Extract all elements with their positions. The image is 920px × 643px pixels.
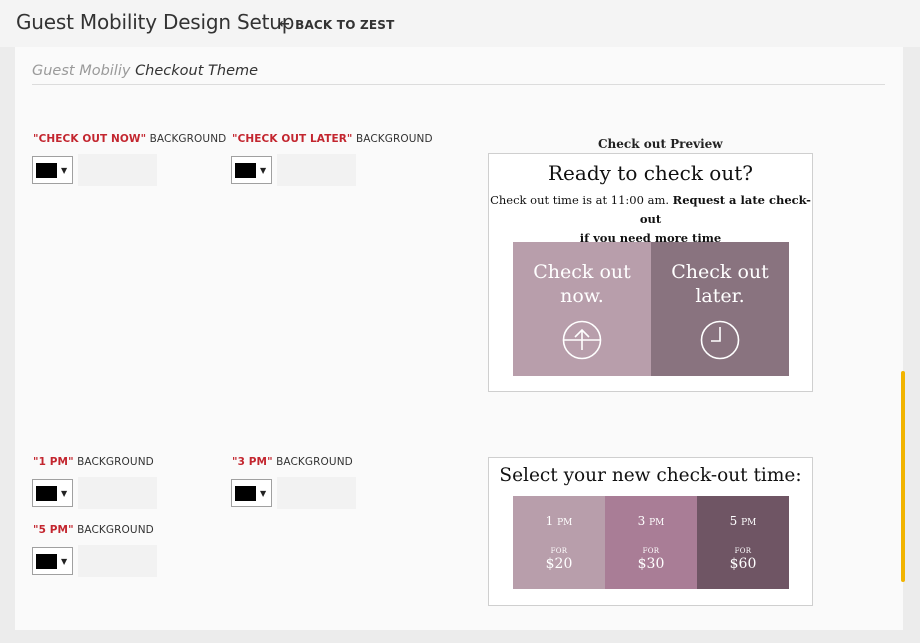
arrow-left-icon: ← bbox=[279, 17, 291, 32]
clock-icon bbox=[700, 320, 740, 360]
checkout-now-label-accent: "CHECK OUT NOW" bbox=[33, 133, 147, 145]
pm5-color-input[interactable] bbox=[78, 545, 157, 577]
section-title: Guest Mobiliy Checkout Theme bbox=[32, 63, 258, 79]
color-swatch bbox=[36, 485, 57, 501]
caret-down-icon: ▼ bbox=[260, 165, 267, 175]
time-option-5pm[interactable]: 5 PM FOR $60 bbox=[697, 496, 789, 589]
checkout-later-bg-label: "CHECK OUT LATER" BACKGROUND bbox=[232, 133, 433, 145]
caret-down-icon: ▼ bbox=[61, 556, 68, 566]
pm3-label-suffix: BACKGROUND bbox=[272, 456, 353, 468]
time-option-hour: 5 PM bbox=[697, 514, 789, 528]
back-to-zest-link[interactable]: ← BACK TO ZEST bbox=[279, 17, 395, 32]
time-option-for: FOR bbox=[550, 547, 568, 555]
pm3-swatch-button[interactable]: ▼ bbox=[231, 479, 272, 507]
hour-number: 1 bbox=[545, 514, 554, 528]
checkout-later-color-picker: ▼ bbox=[231, 154, 356, 186]
pm5-label-accent: "5 PM" bbox=[33, 524, 74, 536]
time-option-hour: 1 PM bbox=[513, 514, 605, 528]
time-option-3pm[interactable]: 3 PM FOR $30 bbox=[605, 496, 697, 589]
section-title-prefix: Guest Mobiliy bbox=[32, 63, 131, 79]
pm5-label-suffix: BACKGROUND bbox=[73, 524, 154, 536]
back-link-label: BACK TO ZEST bbox=[295, 17, 395, 32]
pm5-bg-label: "5 PM" BACKGROUND bbox=[33, 524, 154, 536]
pm3-color-picker: ▼ bbox=[231, 477, 356, 509]
check-out-later-label: Check out later. bbox=[671, 261, 769, 307]
checkout-later-label-accent: "CHECK OUT LATER" bbox=[232, 133, 353, 145]
hour-number: 3 bbox=[637, 514, 646, 528]
hour-suffix: PM bbox=[741, 518, 757, 528]
pm5-color-picker: ▼ bbox=[32, 545, 157, 577]
pm3-color-input[interactable] bbox=[277, 477, 356, 509]
hour-suffix: PM bbox=[557, 518, 573, 528]
checkout-now-color-input[interactable] bbox=[78, 154, 157, 186]
checkout-now-color-picker: ▼ bbox=[32, 154, 157, 186]
settings-panel: Guest Mobiliy Checkout Theme "CHECK OUT … bbox=[15, 47, 903, 630]
pm1-color-picker: ▼ bbox=[32, 477, 157, 509]
checkout-later-label-suffix: BACKGROUND bbox=[352, 133, 433, 145]
top-bar: Guest Mobility Design Setup ← BACK TO ZE… bbox=[0, 0, 920, 47]
time-option-for: FOR bbox=[734, 547, 752, 555]
checkout-now-label-suffix: BACKGROUND bbox=[146, 133, 227, 145]
section-divider bbox=[32, 84, 885, 85]
checkout-later-swatch-button[interactable]: ▼ bbox=[231, 156, 272, 184]
caret-down-icon: ▼ bbox=[61, 165, 68, 175]
time-option-1pm[interactable]: 1 PM FOR $20 bbox=[513, 496, 605, 589]
pm1-label-accent: "1 PM" bbox=[33, 456, 74, 468]
color-swatch bbox=[235, 162, 256, 178]
time-option-price: $20 bbox=[545, 556, 573, 572]
caret-down-icon: ▼ bbox=[61, 488, 68, 498]
checkout-time-preview: Select your new check-out time: 1 PM FOR… bbox=[488, 457, 813, 606]
pm1-swatch-button[interactable]: ▼ bbox=[32, 479, 73, 507]
time-preview-heading: Select your new check-out time: bbox=[499, 465, 802, 486]
time-option-price: $60 bbox=[729, 556, 757, 572]
pm1-label-suffix: BACKGROUND bbox=[73, 456, 154, 468]
checkout-preview-title: Check out Preview bbox=[598, 137, 723, 151]
preview-message-line1: Check out time is at 11:00 am. bbox=[490, 193, 670, 207]
time-option-hour: 3 PM bbox=[605, 514, 697, 528]
check-out-later-tile[interactable]: Check out later. bbox=[651, 242, 789, 376]
pm3-label-accent: "3 PM" bbox=[232, 456, 273, 468]
color-swatch bbox=[235, 485, 256, 501]
caret-down-icon: ▼ bbox=[260, 488, 267, 498]
pm3-bg-label: "3 PM" BACKGROUND bbox=[232, 456, 353, 468]
preview-heading: Ready to check out? bbox=[548, 161, 753, 185]
checkout-later-color-input[interactable] bbox=[277, 154, 356, 186]
checkout-now-bg-label: "CHECK OUT NOW" BACKGROUND bbox=[33, 133, 226, 145]
color-swatch bbox=[36, 162, 57, 178]
hour-number: 5 bbox=[729, 514, 738, 528]
hour-suffix: PM bbox=[649, 518, 665, 528]
circle-arrow-up-icon bbox=[562, 320, 602, 360]
time-option-for: FOR bbox=[642, 547, 660, 555]
checkout-preview: Ready to check out? Check out time is at… bbox=[488, 153, 813, 392]
section-title-main: Checkout Theme bbox=[135, 63, 259, 79]
pm1-bg-label: "1 PM" BACKGROUND bbox=[33, 456, 154, 468]
check-out-now-label: Check out now. bbox=[533, 261, 631, 307]
scrollbar-thumb[interactable] bbox=[901, 371, 905, 582]
page-title: Guest Mobility Design Setup bbox=[16, 10, 295, 34]
pm5-swatch-button[interactable]: ▼ bbox=[32, 547, 73, 575]
check-out-now-tile[interactable]: Check out now. bbox=[513, 242, 651, 376]
preview-message: Check out time is at 11:00 am. Request a… bbox=[489, 191, 812, 248]
pm1-color-input[interactable] bbox=[78, 477, 157, 509]
time-option-price: $30 bbox=[637, 556, 665, 572]
color-swatch bbox=[36, 553, 57, 569]
checkout-now-swatch-button[interactable]: ▼ bbox=[32, 156, 73, 184]
